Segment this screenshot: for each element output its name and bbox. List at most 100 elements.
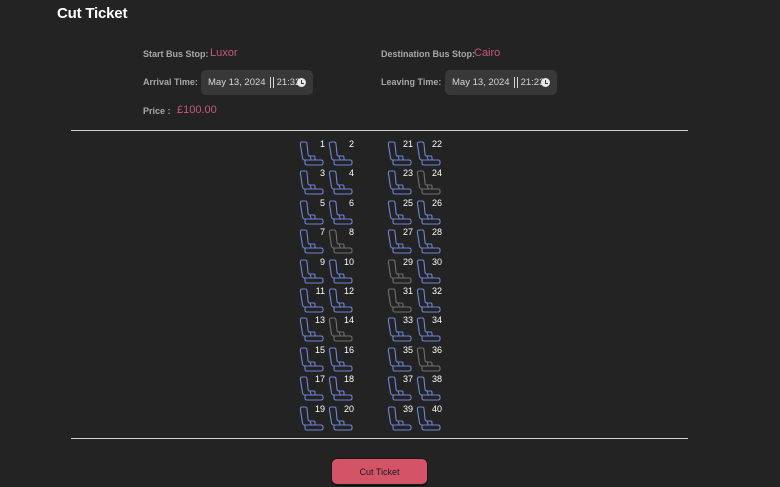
seat-35[interactable]: 35 <box>386 345 415 373</box>
top-divider <box>71 130 688 131</box>
bottom-divider <box>71 438 688 439</box>
arrival-time-label: Arrival Time: <box>143 77 198 87</box>
seat-number: 3 <box>319 168 325 179</box>
seat-24: 24 <box>415 168 444 196</box>
seat-30[interactable]: 30 <box>415 257 444 285</box>
seat-number: 23 <box>402 168 413 179</box>
seat-6[interactable]: 6 <box>327 198 356 226</box>
leaving-date-value: May 13, 2024 <box>452 77 510 88</box>
seat-number: 7 <box>319 227 325 238</box>
seat-37[interactable]: 37 <box>386 374 415 402</box>
seat-19[interactable]: 19 <box>298 404 327 432</box>
seat-number: 8 <box>348 227 354 238</box>
seat-number: 29 <box>402 256 413 267</box>
seat-number: 6 <box>348 197 354 208</box>
seat-16[interactable]: 16 <box>327 345 356 373</box>
seat-23[interactable]: 23 <box>386 168 415 196</box>
seat-number: 24 <box>431 168 442 179</box>
date-time-separator <box>516 77 518 88</box>
seat-17[interactable]: 17 <box>298 374 327 402</box>
seat-number: 39 <box>402 403 413 414</box>
seat-number: 20 <box>343 403 354 414</box>
seat-number: 28 <box>431 227 442 238</box>
seat-number: 14 <box>343 315 354 326</box>
seat-number: 37 <box>402 374 413 385</box>
seat-number: 11 <box>315 286 325 296</box>
start-bus-stop-label: Start Bus Stop: <box>143 49 209 59</box>
seat-29: 29 <box>386 257 415 285</box>
seat-number: 16 <box>343 344 354 355</box>
seat-22[interactable]: 22 <box>415 139 444 167</box>
seat-2[interactable]: 2 <box>327 139 356 167</box>
seat-number: 40 <box>431 403 442 414</box>
seat-18[interactable]: 18 <box>327 374 356 402</box>
seat-9[interactable]: 9 <box>298 257 327 285</box>
seat-7[interactable]: 7 <box>298 227 327 255</box>
seat-39[interactable]: 39 <box>386 404 415 432</box>
arrival-date-value: May 13, 2024 <box>208 77 266 88</box>
page-title: Cut Ticket <box>57 5 128 22</box>
seat-number: 25 <box>402 197 413 208</box>
seat-40[interactable]: 40 <box>415 404 444 432</box>
seat-number: 9 <box>319 256 325 267</box>
seat-13[interactable]: 13 <box>298 315 327 343</box>
leaving-time-label: Leaving Time: <box>381 77 442 87</box>
destination-bus-stop-label: Destination Bus Stop: <box>381 49 475 59</box>
seat-number: 1 <box>319 139 325 149</box>
price-label: Price : <box>143 106 171 116</box>
seat-number: 27 <box>402 227 413 238</box>
seat-number: 5 <box>319 197 325 208</box>
seat-33[interactable]: 33 <box>386 315 415 343</box>
seat-3[interactable]: 3 <box>298 168 327 196</box>
seat-14: 14 <box>327 315 356 343</box>
seat-number: 33 <box>402 315 413 326</box>
seat-4[interactable]: 4 <box>327 168 356 196</box>
seat-32[interactable]: 32 <box>415 286 444 314</box>
seat-number: 15 <box>314 344 325 355</box>
seat-number: 4 <box>348 168 354 179</box>
seat-1[interactable]: 1 <box>298 139 327 167</box>
seat-8: 8 <box>327 227 356 255</box>
seat-number: 22 <box>431 139 442 149</box>
destination-bus-stop-value: Cairo <box>474 47 501 59</box>
seat-26[interactable]: 26 <box>415 198 444 226</box>
seat-15[interactable]: 15 <box>298 345 327 373</box>
seat-number: 35 <box>402 344 413 355</box>
seat-11[interactable]: 11 <box>298 286 327 314</box>
seat-5[interactable]: 5 <box>298 198 327 226</box>
seat-number: 2 <box>348 139 354 149</box>
seat-27[interactable]: 27 <box>386 227 415 255</box>
date-time-separator <box>513 77 515 88</box>
seat-number: 10 <box>343 256 354 267</box>
date-time-separator <box>272 77 274 88</box>
seat-number: 12 <box>343 286 354 296</box>
seat-10[interactable]: 10 <box>327 257 356 285</box>
seat-number: 13 <box>314 315 325 326</box>
seat-number: 17 <box>314 374 325 385</box>
arrival-time-field[interactable]: May 13, 2024 21:32 <box>201 70 313 95</box>
clock-icon[interactable] <box>541 78 550 87</box>
date-time-separator <box>269 77 271 88</box>
seat-number: 18 <box>343 374 354 385</box>
seat-number: 38 <box>431 374 442 385</box>
clock-icon[interactable] <box>297 78 306 87</box>
cut-ticket-button[interactable]: Cut Ticket <box>331 458 428 485</box>
seat-number: 36 <box>431 344 442 355</box>
seat-31: 31 <box>386 286 415 314</box>
seat-number: 26 <box>431 197 442 208</box>
start-bus-stop-value: Luxor <box>210 47 238 59</box>
seat-28[interactable]: 28 <box>415 227 444 255</box>
seat-number: 31 <box>402 286 413 296</box>
seat-38[interactable]: 38 <box>415 374 444 402</box>
seat-21[interactable]: 21 <box>386 139 415 167</box>
seat-36: 36 <box>415 345 444 373</box>
seat-number: 21 <box>402 139 413 149</box>
seat-20[interactable]: 20 <box>327 404 356 432</box>
leaving-time-field[interactable]: May 13, 2024 21:23 <box>445 70 557 95</box>
seat-12[interactable]: 12 <box>327 286 356 314</box>
cut-ticket-page: Cut Ticket Start Bus Stop: Luxor Destina… <box>0 0 780 487</box>
seat-34[interactable]: 34 <box>415 315 444 343</box>
seat-number: 34 <box>431 315 442 326</box>
seat-number: 19 <box>314 403 325 414</box>
seat-25[interactable]: 25 <box>386 198 415 226</box>
